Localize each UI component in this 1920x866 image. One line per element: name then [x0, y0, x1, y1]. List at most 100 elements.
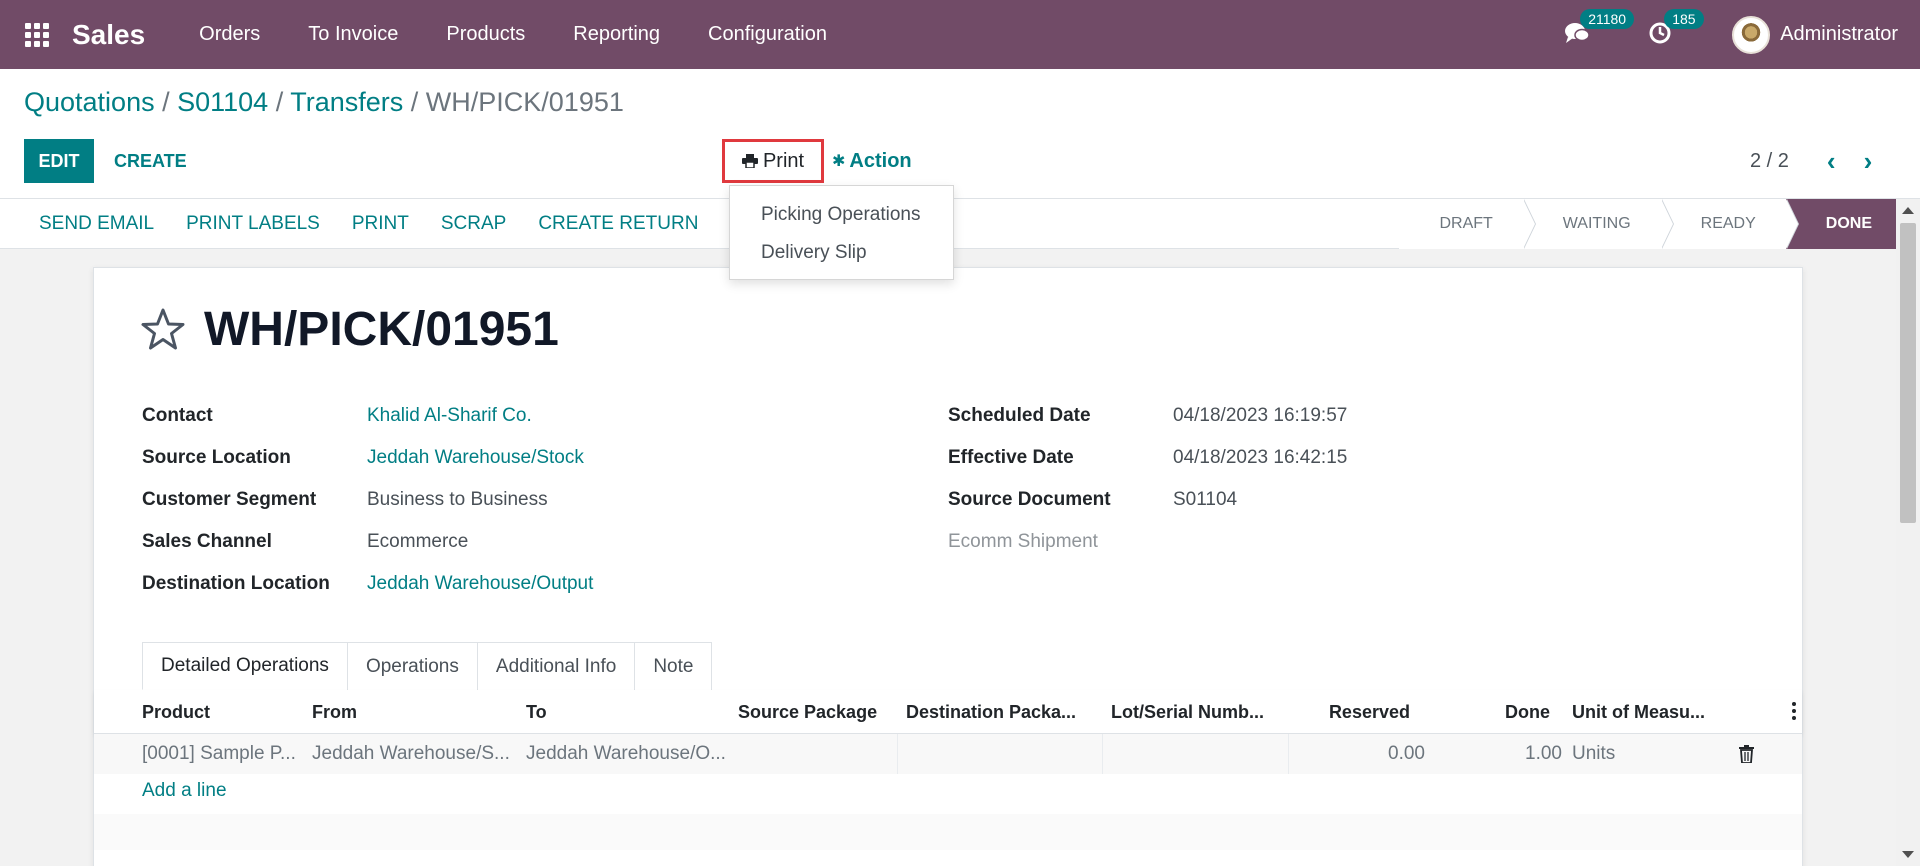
field-label: Destination Location	[142, 573, 330, 594]
breadcrumb-separator: /	[403, 87, 426, 117]
breadcrumb-transfers[interactable]: Transfers	[290, 87, 403, 117]
notebook-tabs: Detailed Operations Operations Additiona…	[142, 642, 713, 690]
table-row[interactable]: [0001] Sample P... Jeddah Warehouse/S...…	[94, 734, 1802, 774]
breadcrumb-sale-order[interactable]: S01104	[177, 87, 268, 117]
user-avatar[interactable]	[1732, 15, 1771, 54]
print-dropdown-menu: Picking Operations Delivery Slip	[729, 185, 954, 280]
contact-value[interactable]: Khalid Al-Sharif Co.	[367, 405, 532, 427]
stage-waiting[interactable]: WAITING	[1522, 199, 1674, 249]
tab-operations[interactable]: Operations	[346, 642, 478, 690]
print-labels-button[interactable]: PRINT LABELS	[170, 213, 336, 235]
breadcrumb-separator: /	[268, 87, 291, 117]
field-label: Source Document	[948, 489, 1111, 510]
menu-configuration[interactable]: Configuration	[684, 23, 851, 46]
menu-products[interactable]: Products	[422, 23, 549, 46]
ecomm-shipment-label: Ecomm Shipment	[948, 531, 1098, 552]
tab-note[interactable]: Note	[634, 642, 713, 690]
table-header: Product From To Source Package Destinati…	[94, 690, 1802, 734]
field-sales-channel: Sales Channel Ecommerce	[142, 531, 468, 553]
scroll-up-arrow-icon[interactable]	[1902, 207, 1914, 214]
field-label: Customer Segment	[142, 489, 317, 510]
field-destination-location: Destination Location Jeddah Warehouse/Ou…	[142, 573, 593, 595]
column-separator	[1102, 734, 1103, 774]
col-reserved[interactable]: Reserved	[1294, 690, 1410, 734]
column-separator	[897, 734, 898, 774]
stage-ready[interactable]: READY	[1660, 199, 1799, 249]
breadcrumb-current: WH/PICK/01951	[425, 87, 624, 117]
source-document-value: S01104	[1173, 489, 1238, 510]
pager-value[interactable]: 2 / 2	[1750, 150, 1789, 173]
chevron-left-icon[interactable]: ‹	[1827, 146, 1836, 177]
stage-done[interactable]: DONE	[1785, 199, 1896, 249]
menu-reporting[interactable]: Reporting	[549, 23, 684, 46]
cell-uom: Units	[1572, 743, 1616, 764]
field-label: Effective Date	[948, 447, 1074, 468]
print-button[interactable]: PRINT	[336, 213, 425, 235]
cell-product: [0001] Sample P...	[142, 743, 296, 764]
col-done[interactable]: Done	[1430, 690, 1550, 734]
control-panel: Quotations / S01104 / Transfers / WH/PIC…	[0, 69, 1920, 199]
menu-item-picking-operations[interactable]: Picking Operations	[730, 196, 953, 234]
field-label: Contact	[142, 405, 213, 426]
col-lot-serial-number[interactable]: Lot/Serial Numb...	[1111, 690, 1271, 734]
scroll-thumb[interactable]	[1900, 223, 1916, 523]
breadcrumb-separator: /	[154, 87, 178, 117]
col-product[interactable]: Product	[142, 690, 302, 734]
stage-draft[interactable]: DRAFT	[1399, 199, 1537, 249]
activities-count-badge: 185	[1664, 8, 1704, 29]
field-label: Source Location	[142, 447, 291, 468]
print-label: Print	[762, 149, 805, 172]
action-label: Action	[849, 149, 912, 172]
top-navbar: Sales Orders To Invoice Products Reporti…	[0, 0, 1920, 69]
field-source-location: Source Location Jeddah Warehouse/Stock	[142, 447, 584, 469]
messages-icon[interactable]: 21180	[1564, 8, 1635, 49]
menu-orders[interactable]: Orders	[175, 23, 284, 46]
edit-button[interactable]: EDIT	[24, 139, 94, 183]
optional-columns-icon[interactable]	[1792, 702, 1796, 723]
create-return-button[interactable]: CREATE RETURN	[522, 213, 714, 235]
scrap-button[interactable]: SCRAP	[425, 213, 522, 235]
user-name[interactable]: Administrator	[1780, 23, 1898, 46]
scroll-down-arrow-icon[interactable]	[1902, 851, 1914, 858]
chevron-right-icon[interactable]: ›	[1864, 146, 1873, 177]
field-contact: Contact Khalid Al-Sharif Co.	[142, 405, 532, 427]
col-unit-of-measure[interactable]: Unit of Measu...	[1572, 690, 1722, 734]
trash-icon[interactable]	[1739, 745, 1754, 763]
gear-icon: ✱	[832, 153, 846, 170]
destination-location-value[interactable]: Jeddah Warehouse/Output	[367, 573, 593, 595]
field-label: Sales Channel	[142, 531, 272, 552]
field-scheduled-date: Scheduled Date 04/18/2023 16:19:57	[948, 405, 1347, 427]
page-scrollbar[interactable]	[1896, 199, 1920, 866]
star-icon[interactable]	[140, 308, 186, 350]
tab-detailed-operations[interactable]: Detailed Operations	[142, 642, 348, 690]
field-customer-segment: Customer Segment Business to Business	[142, 489, 548, 511]
sales-channel-value: Ecommerce	[367, 531, 469, 552]
activities-icon[interactable]: 185	[1648, 8, 1704, 49]
breadcrumb-quotations[interactable]: Quotations	[24, 87, 155, 117]
app-name[interactable]: Sales	[72, 19, 145, 51]
print-dropdown-button[interactable]: Print	[722, 139, 824, 183]
stage-bar: DRAFT WAITING READY DONE	[1399, 199, 1896, 249]
cell-to: Jeddah Warehouse/O...	[526, 743, 726, 764]
col-destination-package[interactable]: Destination Packa...	[906, 690, 1086, 734]
add-line-link[interactable]: Add a line	[142, 780, 227, 802]
col-from[interactable]: From	[312, 690, 512, 734]
tab-additional-info[interactable]: Additional Info	[476, 642, 636, 690]
breadcrumb: Quotations / S01104 / Transfers / WH/PIC…	[24, 87, 624, 118]
action-dropdown-button[interactable]: ✱ Action	[832, 139, 912, 183]
printer-icon	[741, 154, 758, 168]
field-source-document: Source Document S01104	[948, 489, 1237, 511]
source-location-value[interactable]: Jeddah Warehouse/Stock	[367, 447, 584, 469]
cell-reserved: 0.00	[1388, 743, 1425, 764]
apps-menu-icon[interactable]	[24, 22, 50, 48]
create-button[interactable]: CREATE	[114, 139, 187, 183]
col-source-package[interactable]: Source Package	[738, 690, 898, 734]
menu-item-delivery-slip[interactable]: Delivery Slip	[730, 234, 953, 272]
col-to[interactable]: To	[526, 690, 726, 734]
field-label: Scheduled Date	[948, 405, 1091, 426]
messages-count-badge: 21180	[1580, 8, 1635, 29]
effective-date-value: 04/18/2023 16:42:15	[1173, 447, 1348, 468]
menu-to-invoice[interactable]: To Invoice	[284, 23, 422, 46]
pager: 2 / 2 ‹ ›	[1750, 139, 1872, 183]
send-email-button[interactable]: SEND EMAIL	[0, 213, 170, 235]
